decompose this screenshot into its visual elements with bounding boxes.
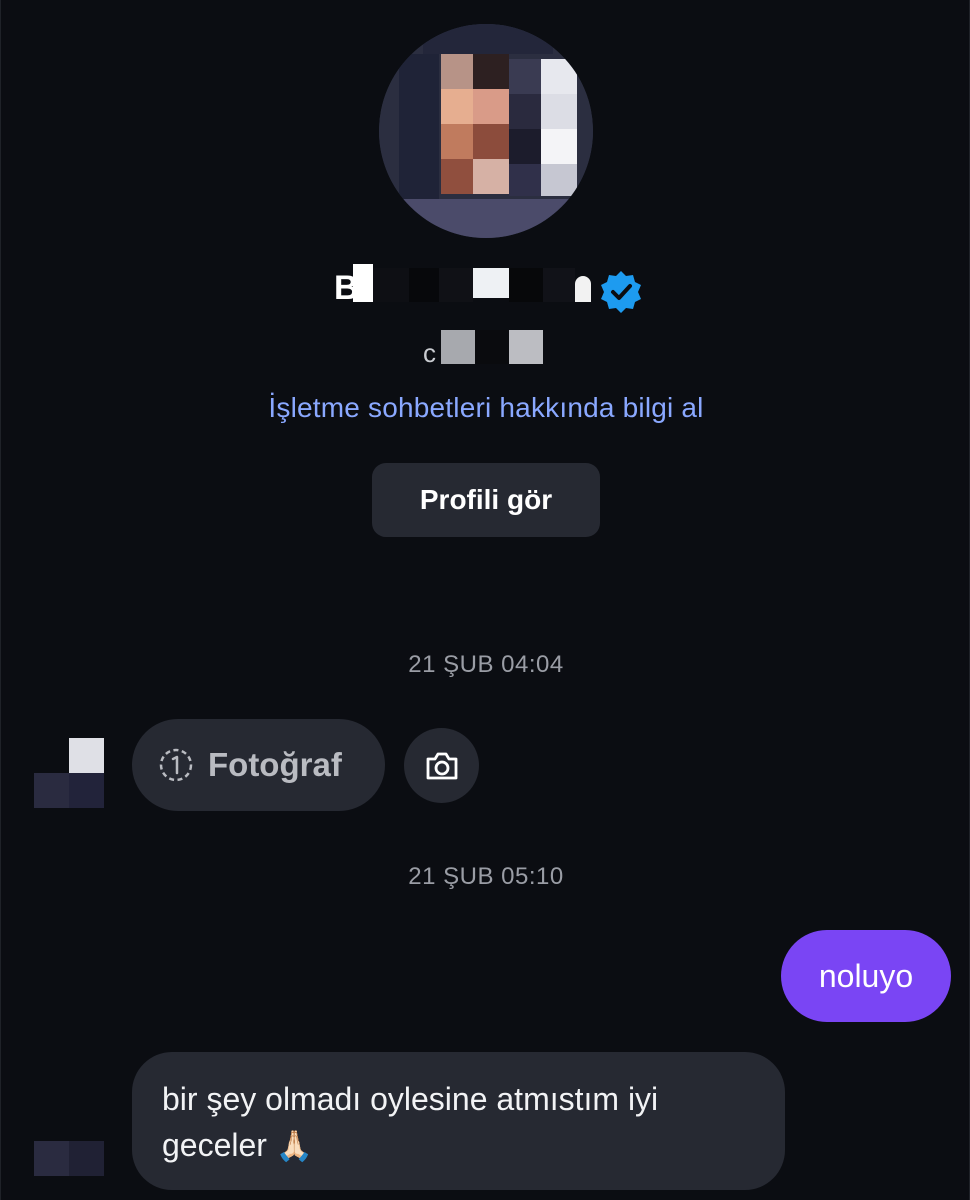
name-redaction [575,276,591,302]
business-chat-info-link[interactable]: İşletme sohbetleri hakkında bilgi al [1,392,970,424]
profile-handle-text: c [423,338,436,368]
avatar-pixel [473,124,509,159]
sender-avatar[interactable] [34,1106,104,1176]
avatar-pixel [509,164,541,196]
avatar-pixel [473,89,509,124]
sent-message-bubble[interactable]: noluyo [781,930,951,1022]
message-timestamp: 21 ŞUB 05:10 [408,863,564,890]
avatar-pixel [541,164,577,196]
avatar-pixel [69,1106,104,1141]
name-redaction [373,268,409,302]
handle-redaction [441,330,475,364]
avatar-pixel [399,54,439,204]
avatar-pixel [34,1141,69,1176]
name-redaction [439,268,473,302]
verified-badge-icon [601,271,641,313]
avatar-pixel [541,129,577,164]
chat-screen: B c İşletme sohbetleri hakkında bilgi al… [0,0,970,1200]
avatar-pixel [423,24,553,54]
received-message-text: bir şey olmadı oylesine atmıstım iyi gec… [162,1081,659,1163]
name-redaction [409,268,439,302]
handle-redaction [509,330,543,364]
avatar-pixel [34,1106,69,1141]
profile-avatar[interactable] [379,24,593,238]
name-redaction [473,268,509,298]
folded-hands-emoji: 🙏🏻 [275,1129,314,1164]
avatar-pixel [541,94,577,129]
reply-camera-button[interactable] [404,728,479,803]
view-once-photo-message[interactable]: Fotoğraf [132,719,385,811]
avatar-pixel [69,1141,104,1176]
name-redaction [353,264,373,302]
avatar-pixel [69,773,104,808]
camera-icon [426,752,457,779]
avatar-pixel [509,129,541,164]
handle-redaction [475,330,509,364]
profile-handle: c [1,328,970,368]
avatar-pixel [509,94,541,129]
name-redaction [509,268,543,302]
view-once-icon [159,748,193,782]
view-profile-button[interactable]: Profili gör [372,463,600,537]
view-once-photo-label: Fotoğraf [208,746,342,783]
avatar-pixel [34,773,69,808]
avatar-pixel [441,89,473,124]
avatar-pixel [34,738,69,773]
message-timestamp: 21 ŞUB 04:04 [408,651,564,678]
avatar-pixel [399,199,579,238]
sender-avatar[interactable] [34,738,104,808]
avatar-pixel [473,54,509,89]
avatar-pixel [541,59,577,94]
avatar-pixel [69,738,104,773]
avatar-pixel [441,54,473,89]
avatar-pixel [441,124,473,159]
received-message-bubble[interactable]: bir şey olmadı oylesine atmıstım iyi gec… [132,1052,785,1190]
name-redaction [543,268,575,302]
avatar-pixel [509,59,541,94]
avatar-pixel [473,159,509,194]
avatar-pixel [441,159,473,194]
profile-name[interactable]: B [1,262,970,313]
